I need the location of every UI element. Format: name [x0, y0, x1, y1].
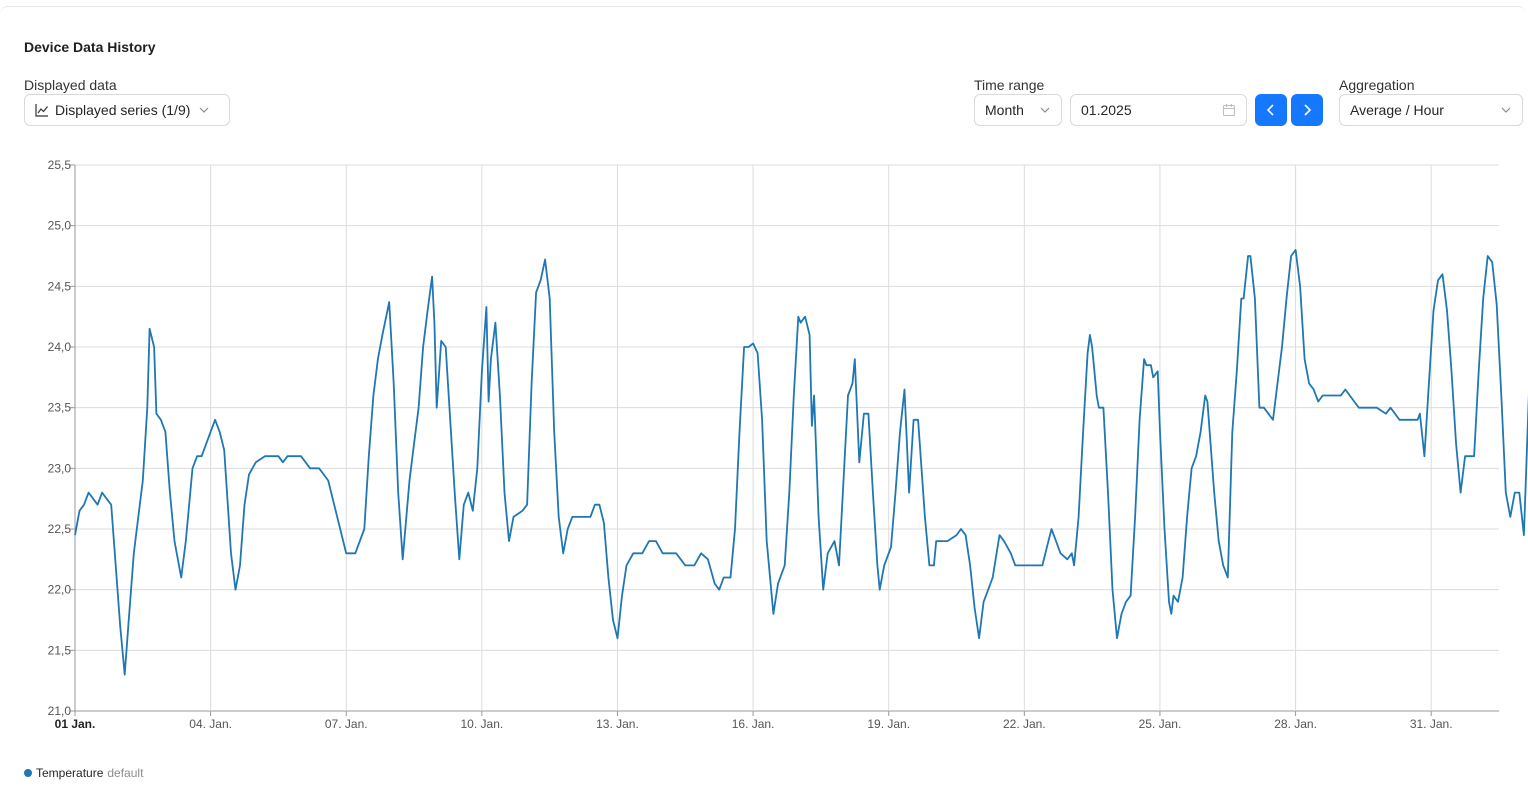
- x-tick-label: 01 Jan.: [55, 717, 96, 731]
- period-select[interactable]: Month: [974, 94, 1062, 126]
- y-tick-label: 22,5: [48, 522, 72, 536]
- chart-legend[interactable]: Temperature default: [24, 766, 143, 780]
- y-tick-label: 25,0: [48, 219, 72, 233]
- x-tick-label: 10. Jan.: [461, 717, 504, 731]
- x-tick-label: 16. Jan.: [732, 717, 775, 731]
- legend-series-dot: [24, 769, 32, 777]
- chevron-down-icon: [1040, 107, 1050, 113]
- line-chart-icon: [35, 104, 48, 117]
- calendar-icon: [1222, 104, 1236, 117]
- x-tick-label: 13. Jan.: [596, 717, 639, 731]
- previous-month-button[interactable]: [1255, 94, 1287, 126]
- page-title: Device Data History: [24, 39, 156, 55]
- y-tick-label: 25,5: [48, 158, 72, 172]
- displayed-data-label: Displayed data: [24, 77, 117, 93]
- legend-series-suffix: default: [107, 766, 144, 780]
- series-select[interactable]: Displayed series (1/9): [24, 94, 230, 126]
- x-tick-label: 07. Jan.: [325, 717, 368, 731]
- time-range-label: Time range: [974, 77, 1045, 93]
- month-picker-input[interactable]: 01.2025: [1070, 94, 1247, 126]
- y-tick-label: 24,5: [48, 279, 72, 293]
- aggregation-label: Aggregation: [1339, 77, 1415, 93]
- next-month-button[interactable]: [1291, 94, 1323, 126]
- x-tick-label: 25. Jan.: [1139, 717, 1182, 731]
- temperature-series-line[interactable]: [74, 234, 1528, 676]
- y-tick-label: 23,0: [48, 461, 72, 475]
- month-picker-value: 01.2025: [1081, 102, 1132, 118]
- chevron-down-icon: [1501, 107, 1511, 113]
- y-tick-label: 21,5: [48, 643, 72, 657]
- aggregation-select[interactable]: Average / Hour: [1339, 94, 1523, 126]
- period-select-value: Month: [985, 102, 1024, 118]
- y-tick-label: 22,0: [48, 583, 72, 597]
- x-tick-label: 31. Jan.: [1410, 717, 1453, 731]
- series-select-value: Displayed series (1/9): [55, 102, 191, 118]
- aggregation-select-value: Average / Hour: [1350, 102, 1444, 118]
- x-tick-label: 22. Jan.: [1003, 717, 1046, 731]
- chevron-right-icon: [1304, 104, 1312, 116]
- x-tick-label: 28. Jan.: [1274, 717, 1317, 731]
- chevron-down-icon: [199, 107, 209, 113]
- legend-series-name: Temperature: [36, 766, 104, 780]
- y-tick-label: 23,5: [48, 401, 72, 415]
- y-tick-label: 21,0: [48, 704, 72, 718]
- x-tick-label: 04. Jan.: [189, 717, 232, 731]
- y-tick-label: 24,0: [48, 340, 72, 354]
- x-tick-label: 19. Jan.: [867, 717, 910, 731]
- chevron-left-icon: [1266, 104, 1274, 116]
- temperature-line-chart[interactable]: 21,0 21,5 22,0 22,5 23,0 23,5 24,0 24,5 25,0 25,5…: [0, 150, 1528, 750]
